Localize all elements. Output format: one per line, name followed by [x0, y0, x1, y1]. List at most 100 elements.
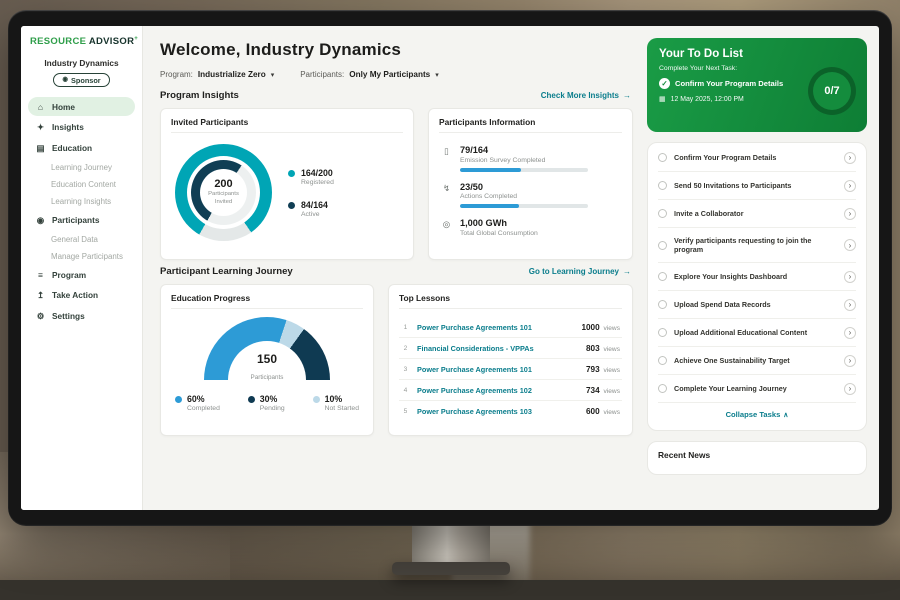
lesson-link[interactable]: Power Purchase Agreements 102 [417, 386, 579, 395]
sidebar-item-insights[interactable]: ✦Insights [28, 117, 135, 137]
task-row-achieve-one-sustainability-target[interactable]: Achieve One Sustainability Target › [658, 347, 856, 375]
todo-task-list: Confirm Your Program Details›Send 50 Inv… [658, 144, 856, 403]
calendar-icon: ▦ [659, 95, 666, 103]
progress-bar-fill [460, 204, 519, 208]
check-more-insights-link[interactable]: Check More Insights → [541, 91, 631, 100]
legend-text-completed: 60%Completed [187, 394, 220, 412]
lesson-views: 803 views [586, 344, 620, 353]
sidebar-item-manage-participants[interactable]: Manage Participants [28, 248, 135, 264]
lesson-row-5: 5Power Purchase Agreements 103600 views [399, 401, 622, 421]
chevron-right-icon[interactable]: › [844, 355, 856, 367]
sidebar-item-participants[interactable]: ◉Participants [28, 210, 135, 230]
sidebar-item-home[interactable]: ⌂Home [28, 97, 135, 116]
arrow-right-icon: → [623, 91, 631, 100]
page-title: Welcome, Industry Dynamics [160, 40, 633, 60]
lesson-link[interactable]: Power Purchase Agreements 101 [417, 323, 574, 332]
task-checkbox[interactable] [658, 356, 667, 365]
task-row-upload-spend-data-records[interactable]: Upload Spend Data Records› [658, 291, 856, 319]
monitor-stand-base [392, 562, 510, 575]
task-checkbox[interactable] [658, 300, 667, 309]
collapse-tasks-link[interactable]: Collapse Tasks∧ [658, 403, 856, 427]
survey-icon: ▯ [441, 146, 452, 172]
task-row-explore-your-insights-dashboard[interactable]: Explore Your Insights Dashboard› [658, 263, 856, 291]
sidebar-item-label: Insights [52, 122, 84, 132]
registered-value: 164/200 [301, 168, 334, 178]
monitor-bezel: RESOURCE ADVISOR+ Industry Dynamics ◉ Sp… [8, 10, 892, 526]
sidebar-item-label: Take Action [52, 290, 98, 300]
invited-participants-card: Invited Participants 200 Participants In… [160, 108, 414, 260]
go-to-learning-journey-link[interactable]: Go to Learning Journey → [529, 267, 631, 276]
participants-filter-value: Only My Participants [349, 70, 430, 79]
task-checkbox[interactable] [658, 181, 667, 190]
task-label: Confirm Your Program Details [674, 153, 837, 163]
education-legend: 60%Completed30%Pending10%Not Started [171, 394, 363, 412]
task-label: Invite a Collaborator [674, 209, 837, 219]
sidebar-item-settings[interactable]: ⚙Settings [28, 306, 135, 326]
sidebar-item-general-data[interactable]: General Data [28, 231, 135, 247]
lesson-views: 1000 views [581, 323, 620, 332]
lesson-link[interactable]: Financial Considerations - VPPAs [417, 344, 579, 353]
collapse-tasks-label: Collapse Tasks [726, 410, 781, 419]
participants-filter[interactable]: Participants: Only My Participants ▾ [300, 70, 439, 79]
chevron-right-icon[interactable]: › [844, 239, 856, 251]
sponsor-label: Sponsor [71, 76, 101, 85]
task-row-verify-participants-requesting-to-join-the-program[interactable]: Verify participants requesting to join t… [658, 228, 856, 263]
program-filter[interactable]: Program: Industrialize Zero ▾ [160, 70, 274, 79]
top-lessons-rows: 1Power Purchase Agreements 1011000 views… [399, 317, 622, 421]
task-row-send-50-invitations-to-participants[interactable]: Send 50 Invitations to Participants› [658, 172, 856, 200]
sidebar-item-label: Education [52, 143, 92, 153]
legend-item-pending: 30%Pending [248, 394, 285, 412]
lesson-row-2: 2Financial Considerations - VPPAs803 vie… [399, 338, 622, 359]
legend-value: 10% [325, 394, 359, 404]
gauge-center: 150 Participants [204, 352, 330, 381]
participants-information-card-title: Participants Information [439, 117, 622, 133]
desk-edge [0, 580, 900, 600]
task-checkbox[interactable] [658, 241, 667, 250]
education-progress-card-title: Education Progress [171, 293, 363, 309]
task-checkbox[interactable] [658, 384, 667, 393]
chevron-right-icon[interactable]: › [844, 383, 856, 395]
education-progress-gauge: 150 Participants [204, 317, 330, 381]
sidebar-item-education[interactable]: ▤Education [28, 138, 135, 158]
sidebar-item-program[interactable]: ≡Program [28, 265, 135, 284]
chevron-right-icon[interactable]: › [844, 299, 856, 311]
filters-row: Program: Industrialize Zero ▾ Participan… [160, 70, 633, 79]
registered-label: Registered [301, 179, 334, 186]
legend-dot-pending [248, 396, 255, 403]
task-row-upload-additional-educational-content[interactable]: Upload Additional Educational Content› [658, 319, 856, 347]
task-checkbox[interactable] [658, 328, 667, 337]
sidebar-item-label: Manage Participants [51, 252, 123, 261]
todo-title: Your To Do List [659, 48, 855, 60]
chevron-right-icon[interactable]: › [844, 271, 856, 283]
task-row-complete-your-learning-journey[interactable]: Complete Your Learning Journey› [658, 375, 856, 403]
arrow-right-icon: → [623, 267, 631, 276]
lesson-rank: 5 [401, 408, 410, 415]
lesson-link[interactable]: Power Purchase Agreements 101 [417, 365, 579, 374]
info-body: 1,000 GWhTotal Global Consumption [460, 218, 538, 237]
sidebar-item-label: Home [52, 102, 75, 112]
sidebar-item-learning-insights[interactable]: Learning Insights [28, 193, 135, 209]
sidebar-nav: ⌂Home✦Insights▤EducationLearning Journey… [28, 97, 135, 326]
task-row-confirm-your-program-details[interactable]: Confirm Your Program Details › [658, 144, 856, 172]
chevron-right-icon[interactable]: › [844, 327, 856, 339]
sidebar-item-take-action[interactable]: ↥Take Action [28, 285, 135, 305]
task-label: Achieve One Sustainability Target [674, 356, 837, 366]
sidebar-item-education-content[interactable]: Education Content [28, 176, 135, 192]
task-checkbox[interactable] [658, 209, 667, 218]
legend-active: 84/164 Active [288, 200, 334, 218]
sponsor-badge[interactable]: ◉ Sponsor [53, 73, 109, 87]
chevron-right-icon[interactable]: › [844, 180, 856, 192]
task-checkbox[interactable] [658, 272, 667, 281]
task-row-invite-a-collaborator[interactable]: Invite a Collaborator › [658, 200, 856, 228]
legend-text-pending: 30%Pending [260, 394, 285, 412]
gauge-center-value: 150 [204, 352, 330, 366]
monitor-stand-neck [412, 520, 490, 566]
info-row-emission-survey-completed: ▯79/164Emission Survey Completed [439, 141, 622, 178]
chevron-right-icon[interactable]: › [844, 208, 856, 220]
sidebar-item-learning-journey[interactable]: Learning Journey [28, 159, 135, 175]
task-checkbox[interactable] [658, 153, 667, 162]
legend-item-completed: 60%Completed [175, 394, 220, 412]
lesson-link[interactable]: Power Purchase Agreements 103 [417, 407, 579, 416]
legend-label: Pending [260, 405, 285, 412]
chevron-right-icon[interactable]: › [844, 152, 856, 164]
